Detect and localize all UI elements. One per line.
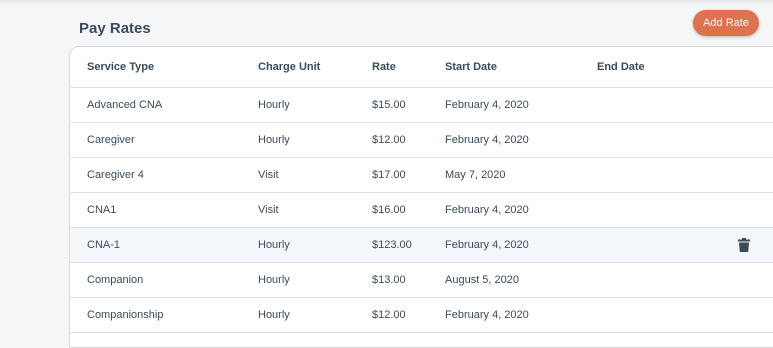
pay-rates-table: Service Type Charge Unit Rate Start Date… xyxy=(69,46,773,348)
rate-cell: $15.00 xyxy=(372,99,406,111)
charge-unit-cell: Hourly xyxy=(258,239,290,251)
table-row[interactable]: Companion Hourly $13.00 August 5, 2020 xyxy=(70,263,773,298)
rate-cell: $12.00 xyxy=(372,134,406,146)
charge-unit-cell: Hourly xyxy=(258,99,290,111)
start-date-cell: May 7, 2020 xyxy=(445,169,506,181)
rate-cell: $123.00 xyxy=(372,239,412,251)
start-date-cell: August 5, 2020 xyxy=(445,274,520,286)
rate-cell: $12.00 xyxy=(372,309,406,321)
column-header-rate[interactable]: Rate xyxy=(372,47,396,87)
table-row[interactable]: CNA-1 Hourly $123.00 February 4, 2020 xyxy=(70,228,773,263)
rate-cell: $13.00 xyxy=(372,274,406,286)
start-date-cell: February 4, 2020 xyxy=(445,99,529,111)
charge-unit-cell: Hourly xyxy=(258,134,290,146)
table-row[interactable]: Companionship Hourly $12.00 February 4, 202… xyxy=(70,298,773,333)
column-header-start-date[interactable]: Start Date xyxy=(445,47,497,87)
start-date-cell: February 4, 2020 xyxy=(445,134,529,146)
rate-cell: $17.00 xyxy=(372,169,406,181)
start-date-cell: February 4, 2020 xyxy=(445,204,529,216)
top-shadow xyxy=(0,0,773,4)
service-type-cell: CNA-1 xyxy=(87,239,121,251)
service-type-cell: Caregiver 4 xyxy=(87,169,144,181)
table-row[interactable]: Caregiver 4 Visit $17.00 May 7, 2020 xyxy=(70,158,773,193)
charge-unit-cell: Hourly xyxy=(258,309,290,321)
table-row[interactable]: Advanced CNA Hourly $15.00 February 4, 2020 xyxy=(70,88,773,123)
rate-cell: $16.00 xyxy=(372,204,406,216)
column-header-end-date[interactable]: End Date xyxy=(597,47,645,87)
service-type-cell: Companionship xyxy=(87,309,164,321)
page-title: Pay Rates xyxy=(79,20,151,37)
service-type-cell: Caregiver xyxy=(87,134,135,146)
start-date-cell: February 4, 2020 xyxy=(445,309,529,321)
table-row[interactable]: Caregiver Hourly $12.00 February 4, 2020 xyxy=(70,123,773,158)
add-rate-button[interactable]: Add Rate xyxy=(693,10,759,36)
charge-unit-cell: Visit xyxy=(258,169,279,181)
service-type-cell: Companion xyxy=(87,274,144,286)
table-row[interactable]: CNA1 Visit $16.00 February 4, 2020 xyxy=(70,193,773,228)
column-header-service-type[interactable]: Service Type xyxy=(87,47,154,87)
start-date-cell: February 4, 2020 xyxy=(445,239,529,251)
charge-unit-cell: Visit xyxy=(258,204,279,216)
service-type-cell: CNA1 xyxy=(87,204,117,216)
service-type-cell: Advanced CNA xyxy=(87,99,163,111)
table-header-row: Service Type Charge Unit Rate Start Date… xyxy=(70,47,773,88)
table-body: Advanced CNA Hourly $15.00 February 4, 2020… xyxy=(70,88,773,333)
charge-unit-cell: Hourly xyxy=(258,274,290,286)
column-header-charge-unit[interactable]: Charge Unit xyxy=(258,47,320,87)
trash-icon[interactable] xyxy=(738,238,750,252)
